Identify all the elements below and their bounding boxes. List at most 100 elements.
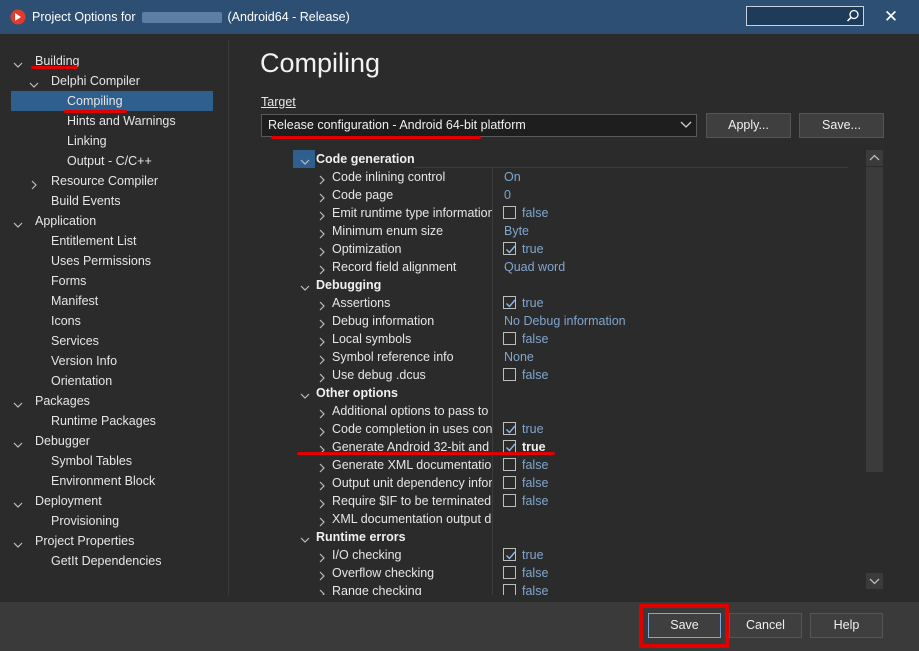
tree-item[interactable]: Entitlement List [3,231,227,251]
cancel-button[interactable]: Cancel [729,613,802,638]
tree-item[interactable]: Manifest [3,291,227,311]
tree-item[interactable]: Output - C/C++ [3,151,227,171]
expander[interactable] [13,536,23,548]
tree-item[interactable]: Services [3,331,227,351]
chevron-right-icon [319,517,325,527]
property-row[interactable]: I/O checking true [293,546,848,564]
annotation-underline [297,452,555,455]
property-checkbox[interactable] [503,242,516,255]
tree-item[interactable]: Resource Compiler [3,171,227,191]
property-checkbox[interactable] [503,422,516,435]
tree-item[interactable]: Application [3,211,227,231]
property-row[interactable]: Output unit dependency information false [293,474,848,492]
scroll-up-button[interactable] [866,150,883,166]
tree-item[interactable]: Linking [3,131,227,151]
property-row[interactable]: Code page 0 [293,186,848,204]
property-row[interactable]: Additional options to pass to the compil… [293,402,848,420]
tree-item[interactable]: Runtime Packages [3,411,227,431]
tree-item[interactable]: GetIt Dependencies [3,551,227,571]
property-row[interactable]: Local symbols false [293,330,848,348]
expander[interactable] [29,176,39,190]
scrollbar[interactable] [866,150,883,590]
tree-item[interactable]: Build Events [3,191,227,211]
tree-item[interactable]: Deployment [3,491,227,511]
tree-item[interactable]: Compiling [11,91,213,111]
tree-item[interactable]: Hints and Warnings [3,111,227,131]
property-checkbox[interactable] [503,494,516,507]
property-row[interactable]: Assertions true [293,294,848,312]
chevron-right-icon [319,301,325,311]
property-row[interactable]: Code completion in uses contains true [293,420,848,438]
property-category[interactable]: Runtime errors [293,528,848,546]
help-button[interactable]: Help [810,613,883,638]
tree-item[interactable]: Version Info [3,351,227,371]
property-value: true [522,296,544,310]
property-checkbox[interactable] [503,368,516,381]
tree-item-label: Hints and Warnings [67,114,176,128]
tree-item[interactable]: Debugger [3,431,227,451]
property-checkbox[interactable] [503,566,516,579]
expander[interactable] [29,76,39,88]
property-value[interactable]: 0 [504,186,511,204]
property-row[interactable]: XML documentation output directory [293,510,848,528]
tree-item[interactable]: Symbol Tables [3,451,227,471]
property-checkbox[interactable] [503,206,516,219]
property-checkbox[interactable] [503,584,516,595]
project-options-window: Project Options for (Android64 - Release)… [0,0,919,651]
property-expander[interactable] [317,586,327,595]
property-row[interactable]: Record field alignment Quad word [293,258,848,276]
expander[interactable] [13,496,23,508]
tree-item[interactable]: Orientation [3,371,227,391]
property-row[interactable]: Code inlining control On [293,168,848,186]
scroll-thumb[interactable] [866,167,883,472]
property-row[interactable]: Range checking false [293,582,848,595]
property-value[interactable]: No Debug information [504,312,626,330]
property-row[interactable]: Optimization true [293,240,848,258]
tree-item[interactable]: Project Properties [3,531,227,551]
help-button-label: Help [833,618,860,632]
expander[interactable] [13,56,23,68]
property-row[interactable]: Debug information No Debug information [293,312,848,330]
property-checkbox[interactable] [503,332,516,345]
tree-item[interactable]: Provisioning [3,511,227,531]
property-row[interactable]: Symbol reference info None [293,348,848,366]
property-category[interactable]: Code generation [293,150,848,168]
tree-item[interactable]: Forms [3,271,227,291]
property-category[interactable]: Other options [293,384,848,402]
property-row[interactable]: Minimum enum size Byte [293,222,848,240]
tree-item[interactable]: Delphi Compiler [3,71,227,91]
tree-item[interactable]: Uses Permissions [3,251,227,271]
scroll-down-button[interactable] [866,573,883,589]
property-row[interactable]: Generate XML documentation false [293,456,848,474]
property-row[interactable]: Require $IF to be terminated by false [293,492,848,510]
expander[interactable] [13,436,23,448]
property-checkbox[interactable] [503,548,516,561]
property-category[interactable]: Debugging [293,276,848,294]
tree-item-label: Resource Compiler [51,174,158,188]
property-checkbox[interactable] [503,476,516,489]
save-target-button[interactable]: Save... [799,113,884,138]
search-input[interactable] [746,6,864,26]
property-name: Assertions [332,296,391,310]
property-value[interactable]: None [504,348,534,366]
apply-button[interactable]: Apply... [706,113,791,138]
property-checkbox[interactable] [503,296,516,309]
property-value[interactable]: Byte [504,222,529,240]
property-name: I/O checking [332,548,402,562]
tree-item[interactable]: Environment Block [3,471,227,491]
property-row[interactable]: Overflow checking false [293,564,848,582]
property-row[interactable]: Use debug .dcus false [293,366,848,384]
chevron-down-icon [680,121,692,128]
property-name: Additional options to pass to the compil… [332,404,492,418]
property-checkbox[interactable] [503,458,516,471]
tree-item[interactable]: Packages [3,391,227,411]
tree-item[interactable]: Icons [3,311,227,331]
property-row[interactable]: Emit runtime type information false [293,204,848,222]
target-select[interactable]: Release configuration - Android 64-bit p… [261,114,697,137]
property-value[interactable]: Quad word [504,258,565,276]
property-value[interactable]: On [504,168,521,186]
splitter[interactable] [228,40,229,596]
close-button[interactable]: ✕ [880,7,902,27]
expander[interactable] [13,396,23,408]
expander[interactable] [13,216,23,228]
